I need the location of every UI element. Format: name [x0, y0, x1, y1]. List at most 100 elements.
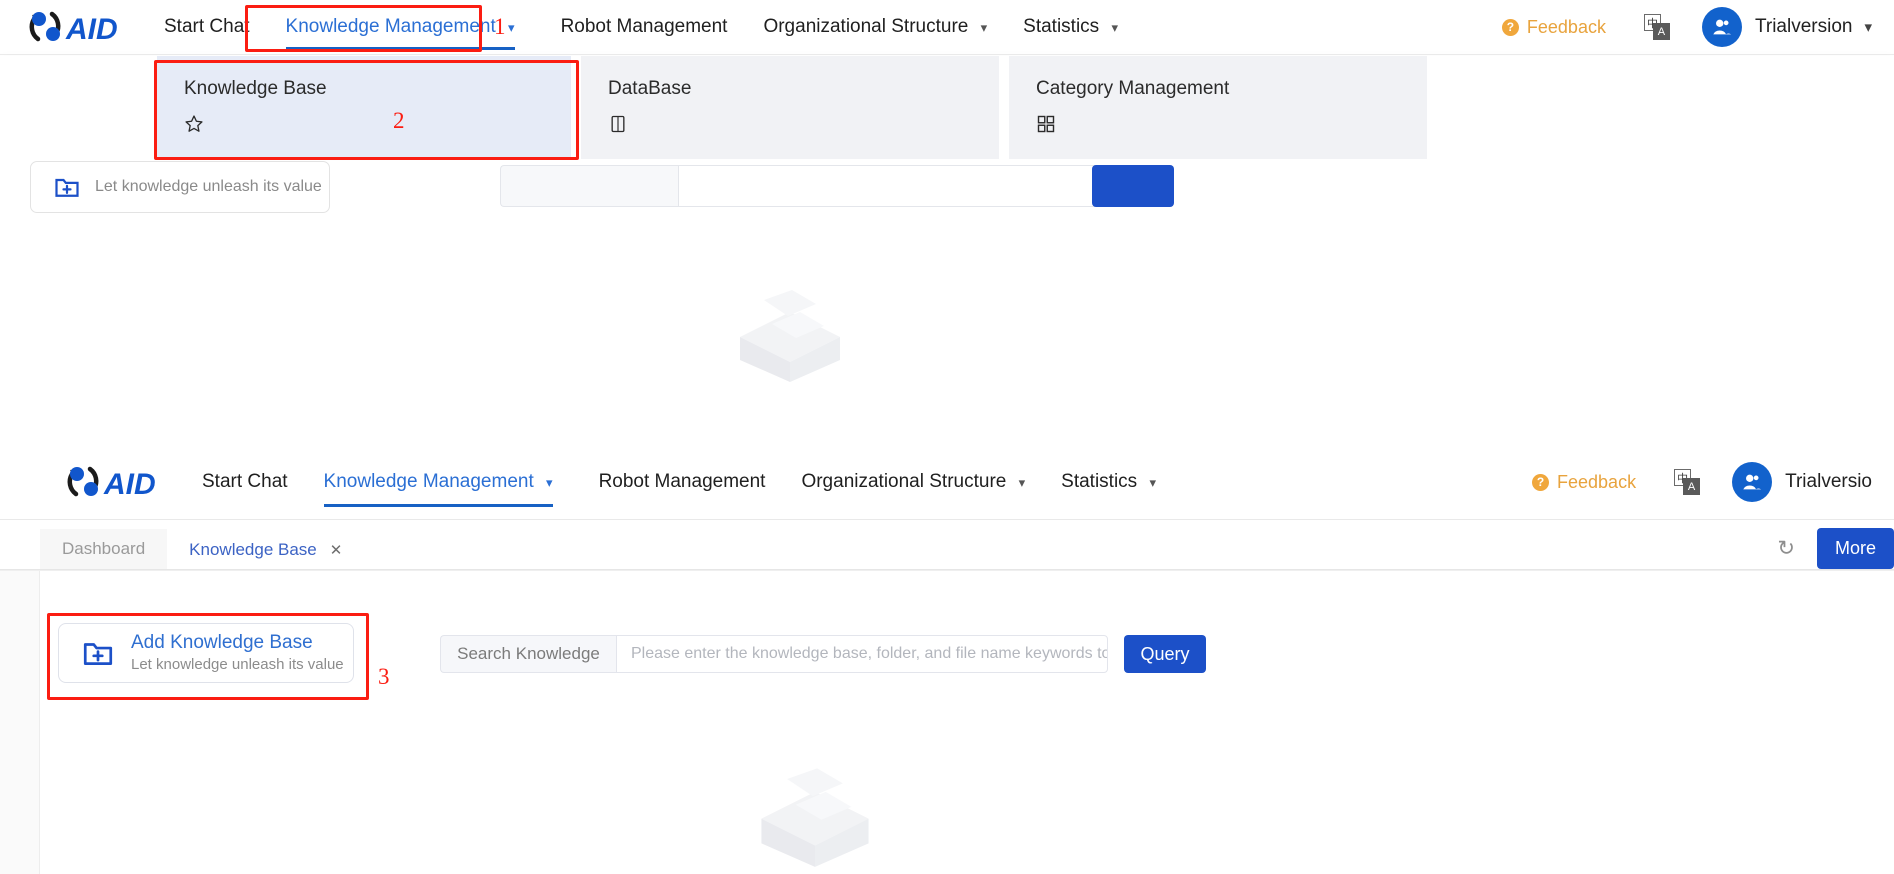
inner-nav-item-robot-management[interactable]: Robot Management: [599, 471, 766, 493]
user-avatar-icon: [1743, 474, 1762, 490]
chevron-down-icon: ▾: [508, 20, 515, 35]
lang-en-glyph: A: [1652, 23, 1670, 40]
chevron-down-icon[interactable]: ▾: [1864, 18, 1872, 36]
tab-knowledge-base[interactable]: Knowledge Base ✕: [167, 529, 365, 569]
annotation-number-2: 2: [393, 108, 405, 133]
nav-active-underline: [285, 47, 515, 50]
left-side-rail: [0, 571, 40, 874]
mega-item-knowledge-base[interactable]: Knowledge Base: [157, 56, 571, 159]
nav-label: Knowledge Management: [285, 16, 496, 37]
nav-label: Robot Management: [598, 471, 766, 492]
add-kb-subtitle: Let knowledge unleash its value: [131, 656, 344, 674]
close-icon[interactable]: ✕: [330, 541, 343, 559]
nav-label: Statistics: [1023, 16, 1100, 37]
lang-en-glyph: A: [1683, 478, 1701, 495]
user-avatar-icon: [1713, 19, 1732, 35]
user-name[interactable]: Trialversion: [1755, 16, 1853, 38]
inner-language-switch-icon[interactable]: 中 A: [1674, 469, 1702, 495]
empty-box-icon: [740, 290, 840, 382]
empty-box-icon: [761, 768, 869, 867]
tab-dashboard[interactable]: Dashboard: [40, 529, 168, 569]
chevron-down-icon: ▾: [1149, 475, 1156, 490]
app-screenshot: AID Start Chat Knowledge Management ▾ Ro…: [0, 0, 1894, 874]
nav-label: Start Chat: [164, 16, 250, 37]
avatar[interactable]: [1701, 7, 1742, 47]
inner-navbar: AID Start Chat Knowledge Management ▾ Ro…: [0, 445, 1894, 520]
background-search-label: [500, 165, 678, 207]
inner-nav-right: ? Feedback 中 A Trialversio: [1532, 462, 1872, 502]
nav-label: Organizational Structure: [763, 16, 969, 37]
nav-label: Knowledge Management: [323, 471, 534, 492]
add-kb-title: Add Knowledge Base: [131, 632, 313, 654]
inner-nav-item-knowledge-management[interactable]: Knowledge Management ▾: [323, 471, 553, 507]
star-icon: [184, 114, 546, 139]
nav-item-statistics[interactable]: Statistics ▾: [1023, 16, 1118, 38]
tab-label: Knowledge Base: [189, 540, 317, 559]
tabs-actions: ↻ More: [1777, 528, 1894, 569]
mega-item-database[interactable]: DataBase: [581, 56, 999, 159]
nav-item-knowledge-management[interactable]: Knowledge Management ▾: [285, 16, 515, 50]
background-page-strip: Let knowledge unleash its value: [0, 159, 1894, 219]
question-circle-icon: ?: [1532, 473, 1550, 491]
annotation-number-1: 1: [494, 14, 506, 39]
add-knowledge-base-card[interactable]: Add Knowledge Base Let knowledge unleash…: [58, 623, 354, 683]
nav-label: Start Chat: [202, 471, 288, 492]
inner-user-name[interactable]: Trialversio: [1785, 471, 1872, 493]
question-circle-icon: ?: [1501, 18, 1519, 36]
knowledge-management-dropdown: Knowledge Base DataBase Category Managem…: [0, 56, 1894, 159]
nav-label: Organizational Structure: [801, 471, 1007, 492]
nav-active-underline: [323, 504, 553, 507]
nav-label: Statistics: [1061, 471, 1138, 492]
top-navbar: AID Start Chat Knowledge Management ▾ Ro…: [0, 0, 1894, 55]
add-knowledge-base-text: Add Knowledge Base Let knowledge unleash…: [131, 631, 344, 674]
query-button[interactable]: Query: [1124, 635, 1206, 673]
background-add-knowledge-base-card[interactable]: Let knowledge unleash its value: [30, 161, 330, 213]
mega-item-label: DataBase: [608, 78, 692, 99]
content-area: Add Knowledge Base Let knowledge unleash…: [0, 570, 1894, 874]
aid-logo-icon: AID: [67, 466, 156, 501]
search-input[interactable]: Please enter the knowledge base, folder,…: [616, 635, 1108, 673]
mega-item-label: Knowledge Base: [184, 78, 327, 99]
svg-text:AID: AID: [65, 13, 118, 46]
nav-item-start-chat[interactable]: Start Chat: [164, 16, 250, 38]
add-folder-icon: [83, 643, 113, 665]
language-switch-icon[interactable]: 中 A: [1643, 14, 1672, 40]
aid-logo[interactable]: AID: [22, 6, 122, 48]
add-folder-icon: [55, 178, 79, 197]
background-card-subtitle: Let knowledge unleash its value: [95, 178, 322, 195]
chevron-down-icon: ▾: [546, 475, 553, 490]
more-button[interactable]: More: [1816, 528, 1894, 569]
top-nav-right: ? Feedback 中 A Trialversion ▾: [1501, 7, 1872, 47]
aid-logo-icon: AID: [29, 11, 118, 46]
mega-item-label: Category Management: [1036, 78, 1230, 99]
empty-state-illustration: [720, 282, 860, 392]
refresh-icon[interactable]: ↻: [1777, 536, 1795, 561]
feedback-label: Feedback: [1526, 16, 1606, 37]
inner-nav-item-statistics[interactable]: Statistics ▾: [1061, 471, 1156, 493]
feedback-label: Feedback: [1557, 471, 1637, 492]
nav-item-organizational-structure[interactable]: Organizational Structure ▾: [763, 16, 987, 38]
inner-nav-item-organizational-structure[interactable]: Organizational Structure ▾: [801, 471, 1025, 493]
chevron-down-icon: ▾: [980, 20, 988, 35]
chevron-down-icon: ▾: [1111, 20, 1118, 35]
grid-icon: [1036, 114, 1402, 139]
nav-item-robot-management[interactable]: Robot Management: [561, 16, 728, 38]
book-icon: [608, 114, 974, 139]
background-query-button[interactable]: [1092, 165, 1174, 207]
inner-empty-state-illustration: [740, 756, 890, 874]
mega-item-category-management[interactable]: Category Management: [1009, 56, 1427, 159]
inner-feedback-button[interactable]: ? Feedback: [1532, 472, 1636, 493]
feedback-button[interactable]: ? Feedback: [1501, 16, 1606, 38]
background-search-row: [500, 165, 1173, 207]
inner-nav-links: Start Chat Knowledge Management ▾ Robot …: [202, 471, 1156, 507]
inner-nav-item-start-chat[interactable]: Start Chat: [202, 471, 288, 493]
inner-avatar[interactable]: [1732, 462, 1773, 502]
search-row: Search Knowledge Please enter the knowle…: [440, 635, 1206, 673]
inner-aid-logo[interactable]: AID: [60, 461, 160, 503]
annotation-number-3: 3: [378, 664, 390, 689]
nav-label: Robot Management: [560, 16, 728, 37]
tabs-bar: Dashboard Knowledge Base ✕ ↻ More: [0, 520, 1894, 570]
tab-label: Dashboard: [62, 539, 146, 558]
chevron-down-icon: ▾: [1018, 475, 1026, 490]
search-knowledge-label: Search Knowledge: [440, 635, 616, 673]
